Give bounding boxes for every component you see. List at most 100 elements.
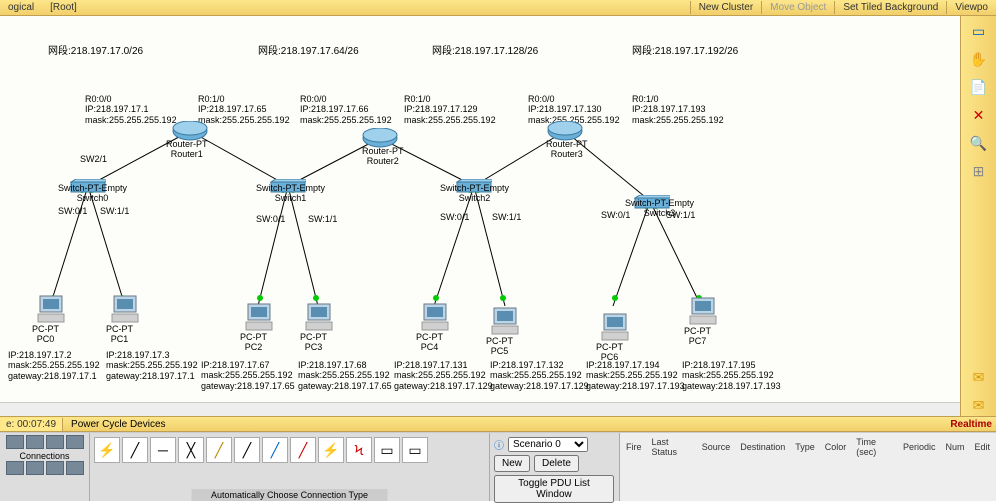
top-toolbar: ogical [Root] New Cluster Move Object Se… [0, 0, 996, 16]
network-label-4: 网段:218.197.17.192/26 [632, 46, 738, 58]
viewport-button[interactable]: Viewpo [946, 1, 996, 14]
device-panel: Connections [0, 433, 90, 501]
switch2-label: Switch-PT-Empty Switch2 [440, 183, 509, 204]
octal-cable-icon[interactable]: Ϟ [346, 437, 372, 463]
logical-tab[interactable]: ogical [0, 2, 42, 13]
pc7-info: IP:218.197.17.195 mask:255.255.255.192 g… [682, 360, 781, 391]
device-icon[interactable] [66, 435, 84, 449]
phone-cable-icon[interactable]: ╱ [234, 437, 260, 463]
router2-icon[interactable] [362, 128, 398, 148]
serial-dte-icon[interactable]: ⚡ [318, 437, 344, 463]
straight-cable-icon[interactable]: ─ [150, 437, 176, 463]
pdu-col-dest[interactable]: Destination [736, 435, 789, 459]
device-icon[interactable] [6, 435, 24, 449]
device-icon[interactable] [46, 461, 64, 475]
pc4-info: IP:218.197.17.131 mask:255.255.255.192 g… [394, 360, 493, 391]
switch1-label: Switch-PT-Empty Switch1 [256, 183, 325, 204]
power-cycle-button[interactable]: Power Cycle Devices [62, 418, 173, 431]
r3-i10: R0:1/0 IP:218.197.17.193 mask:255.255.25… [632, 94, 724, 125]
workspace-canvas[interactable]: 网段:218.197.17.0/26 网段:218.197.17.64/26 网… [0, 16, 960, 416]
tool-sidebar: ▭ ✋ 📄 ✕ 🔍 ⊞ ✉ ✉ [960, 16, 996, 416]
h-scrollbar[interactable] [0, 402, 960, 416]
device-icon[interactable] [26, 461, 44, 475]
pc1-label: PC-PT PC1 [106, 324, 133, 345]
resize-tool-icon[interactable]: ⊞ [967, 160, 991, 182]
select-tool-icon[interactable]: ▭ [967, 20, 991, 42]
router3-label: Router-PT Router3 [546, 139, 588, 160]
connection-panel: ⚡ ╱ ─ ╳ ╱ ╱ ╱ ╱ ⚡ Ϟ ▭ ▭ Automatically Ch… [90, 433, 490, 501]
r1-i00: R0:0/0 IP:218.197.17.1 mask:255.255.255.… [85, 94, 177, 125]
pc7-icon[interactable] [688, 296, 718, 326]
pc5-icon[interactable] [490, 306, 520, 336]
delete-tool-icon[interactable]: ✕ [967, 104, 991, 126]
pdu-list-panel: Fire Last Status Source Destination Type… [620, 433, 996, 501]
pc2-label: PC-PT PC2 [240, 332, 267, 353]
router3-icon[interactable] [547, 121, 583, 141]
router1-icon[interactable] [172, 121, 208, 141]
s2-p1: SW:1/1 [492, 212, 521, 222]
scenario-select[interactable]: Scenario 0 [508, 437, 588, 452]
hand-tool-icon[interactable]: ✋ [967, 48, 991, 70]
s3-p0: SW:0/1 [601, 210, 630, 220]
info-icon: ⓘ [494, 437, 504, 452]
console-cable-icon[interactable]: ╱ [122, 437, 148, 463]
custom-cable-icon[interactable]: ▭ [402, 437, 428, 463]
pc6-icon[interactable] [600, 312, 630, 342]
s3-p1: SW:1/1 [666, 210, 695, 220]
add-complex-pdu-icon[interactable]: ✉ [967, 394, 991, 416]
auto-connection-label: Automatically Choose Connection Type [191, 489, 388, 501]
add-simple-pdu-icon[interactable]: ✉ [967, 366, 991, 388]
pc0-label: PC-PT PC0 [32, 324, 59, 345]
new-scenario-button[interactable]: New [494, 455, 530, 472]
pc3-icon[interactable] [304, 302, 334, 332]
usb-cable-icon[interactable]: ▭ [374, 437, 400, 463]
pc4-label: PC-PT PC4 [416, 332, 443, 353]
pdu-col-color[interactable]: Color [821, 435, 851, 459]
pdu-col-type[interactable]: Type [791, 435, 819, 459]
inspect-tool-icon[interactable]: 🔍 [967, 132, 991, 154]
cross-cable-icon[interactable]: ╳ [178, 437, 204, 463]
s0-p0: SW:0/1 [58, 206, 87, 216]
pdu-col-time[interactable]: Time (sec) [852, 435, 897, 459]
note-tool-icon[interactable]: 📄 [967, 76, 991, 98]
pc0-icon[interactable] [36, 294, 66, 324]
device-icon[interactable] [46, 435, 64, 449]
pc0-info: IP:218.197.17.2 mask:255.255.255.192 gat… [8, 350, 100, 381]
pdu-col-edit[interactable]: Edit [970, 435, 994, 459]
pc5-info: IP:218.197.17.132 mask:255.255.255.192 g… [490, 360, 589, 391]
pc2-info: IP:218.197.17.67 mask:255.255.255.192 ga… [201, 360, 295, 391]
connections-label: Connections [2, 451, 87, 461]
pc7-label: PC-PT PC7 [684, 326, 711, 347]
serial-dce-icon[interactable]: ╱ [290, 437, 316, 463]
pc3-label: PC-PT PC3 [300, 332, 327, 353]
root-breadcrumb[interactable]: [Root] [42, 2, 85, 13]
move-object-button: Move Object [761, 1, 834, 14]
pc1-info: IP:218.197.17.3 mask:255.255.255.192 gat… [106, 350, 198, 381]
pdu-col-status[interactable]: Last Status [648, 435, 696, 459]
realtime-tab[interactable]: Realtime [950, 419, 992, 430]
pdu-col-num[interactable]: Num [941, 435, 968, 459]
new-cluster-button[interactable]: New Cluster [690, 1, 761, 14]
pc4-icon[interactable] [420, 302, 450, 332]
coax-cable-icon[interactable]: ╱ [262, 437, 288, 463]
status-bar: e: 00:07:49 Power Cycle Devices Realtime [0, 416, 996, 432]
set-tiled-bg-button[interactable]: Set Tiled Background [834, 1, 946, 14]
pc2-icon[interactable] [244, 302, 274, 332]
pdu-col-fire[interactable]: Fire [622, 435, 646, 459]
pc1-icon[interactable] [110, 294, 140, 324]
r2-i10: R0:1/0 IP:218.197.17.129 mask:255.255.25… [404, 94, 496, 125]
device-icon[interactable] [66, 461, 84, 475]
scenario-panel: ⓘ Scenario 0 NewDelete Toggle PDU List Wi… [490, 433, 620, 501]
device-icon[interactable] [26, 435, 44, 449]
toggle-pdu-button[interactable]: Toggle PDU List Window [494, 475, 614, 503]
fiber-cable-icon[interactable]: ╱ [206, 437, 232, 463]
pdu-col-source[interactable]: Source [698, 435, 735, 459]
s0-uplink: SW2/1 [80, 154, 107, 164]
s2-p0: SW:0/1 [440, 212, 469, 222]
auto-conn-icon[interactable]: ⚡ [94, 437, 120, 463]
s0-p1: SW:1/1 [100, 206, 129, 216]
delete-scenario-button[interactable]: Delete [534, 455, 579, 472]
pdu-col-periodic[interactable]: Periodic [899, 435, 940, 459]
device-icon[interactable] [6, 461, 24, 475]
r1-i10: R0:1/0 IP:218.197.17.65 mask:255.255.255… [198, 94, 290, 125]
